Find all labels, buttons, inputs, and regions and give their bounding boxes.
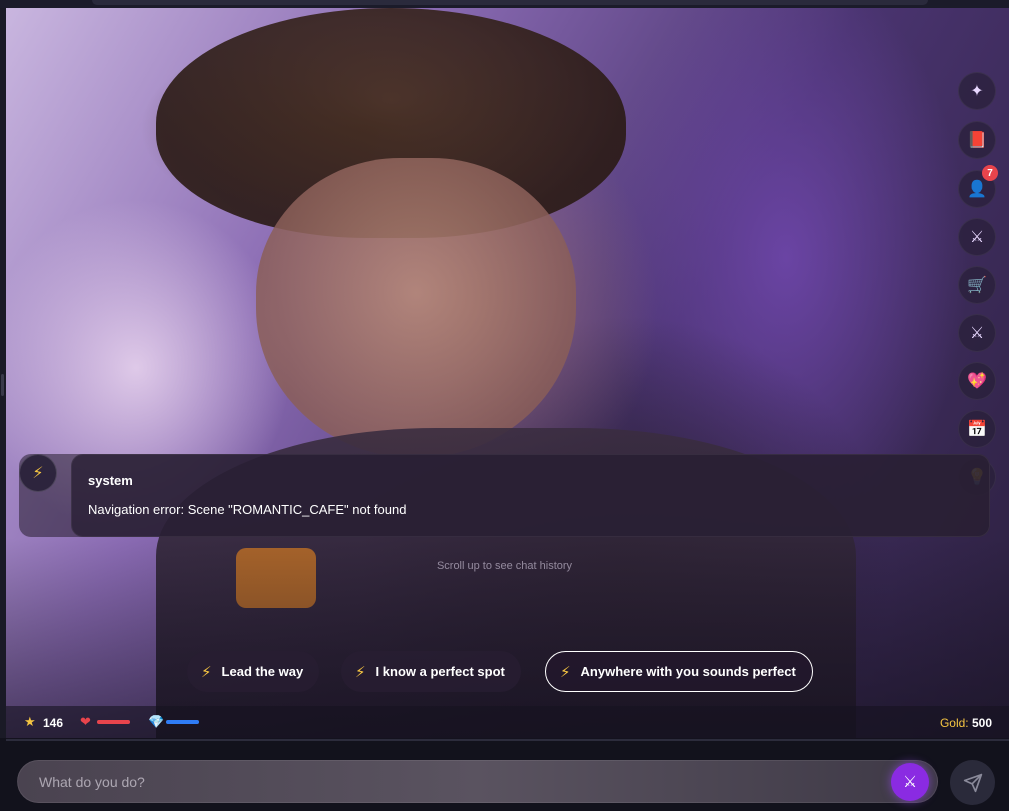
reply-label: Lead the way <box>221 664 304 679</box>
gold-value: 500 <box>971 716 992 730</box>
character-face <box>256 158 576 458</box>
lightning-icon: ⚡ <box>355 663 366 681</box>
shop-button[interactable]: 🛒 <box>958 266 996 304</box>
reply-label: Anywhere with you sounds perfect <box>580 664 796 679</box>
calendar-button[interactable]: 📅 <box>958 410 996 448</box>
gold-display: Gold: 500 <box>940 716 992 730</box>
character-icon: 👤 <box>967 181 987 198</box>
notification-badge: 7 <box>982 165 998 181</box>
star-icon: ★ <box>24 714 36 729</box>
battle-icon: ⚔ <box>969 325 985 342</box>
send-button[interactable] <box>950 760 995 805</box>
composer-divider <box>6 739 1009 741</box>
calendar-icon: 📅 <box>967 421 987 438</box>
mode-toggle-button[interactable]: ⚔ <box>891 763 929 801</box>
system-avatar: ⚡ <box>19 454 57 492</box>
send-icon <box>963 773 982 792</box>
reply-option-selected[interactable]: ⚡ Anywhere with you sounds perfect <box>545 651 813 692</box>
scene-background <box>6 8 1009 738</box>
sparkle-button[interactable]: ✦ <box>958 72 996 110</box>
app-root: ✦ 📕 👤7 ⚔ 🛒 ⚔ 💖 📅 💡 ⚡ system Navigation e… <box>0 0 1009 811</box>
top-bar <box>0 0 1009 8</box>
book-button[interactable]: 📕 <box>958 121 996 159</box>
reply-option[interactable]: ⚡ I know a perfect spot <box>341 651 521 692</box>
action-input[interactable] <box>17 760 938 803</box>
sparkle-icon: ✦ <box>970 83 984 100</box>
relationship-button[interactable]: 💖 <box>958 362 996 400</box>
crossed-swords-button[interactable]: ⚔ <box>958 218 996 256</box>
lightning-icon: ⚡ <box>560 663 571 681</box>
gem-icon: 💎 <box>148 714 165 729</box>
reply-option[interactable]: ⚡ Lead the way <box>187 651 320 692</box>
top-bar-pill <box>92 0 928 5</box>
lightning-icon: ⚡ <box>32 465 44 482</box>
scroll-hint: Scroll up to see chat history <box>436 560 573 572</box>
reply-label: I know a perfect spot <box>375 664 505 679</box>
resize-handle[interactable] <box>1 374 4 396</box>
message-text: Navigation error: Scene "ROMANTIC_CAFE" … <box>88 502 407 517</box>
xp-value: 146 <box>43 716 64 730</box>
character-button[interactable]: 👤 7 <box>958 165 998 208</box>
system-message: system Navigation error: Scene "ROMANTIC… <box>71 454 990 537</box>
crossed-swords-icon: ⚔ <box>969 229 985 246</box>
gold-label: Gold: <box>939 716 969 730</box>
heart-icon: 💖 <box>967 373 987 390</box>
battle-button[interactable]: ⚔ <box>958 314 996 352</box>
health-bar <box>97 720 130 724</box>
message-sender: system <box>88 473 133 488</box>
book-icon: 📕 <box>967 132 987 149</box>
heart-icon: ❤ <box>80 714 91 729</box>
lightning-icon: ⚡ <box>201 663 212 681</box>
mana-bar <box>166 720 199 724</box>
crossed-swords-icon: ⚔ <box>902 774 918 791</box>
cart-icon: 🛒 <box>967 277 987 294</box>
